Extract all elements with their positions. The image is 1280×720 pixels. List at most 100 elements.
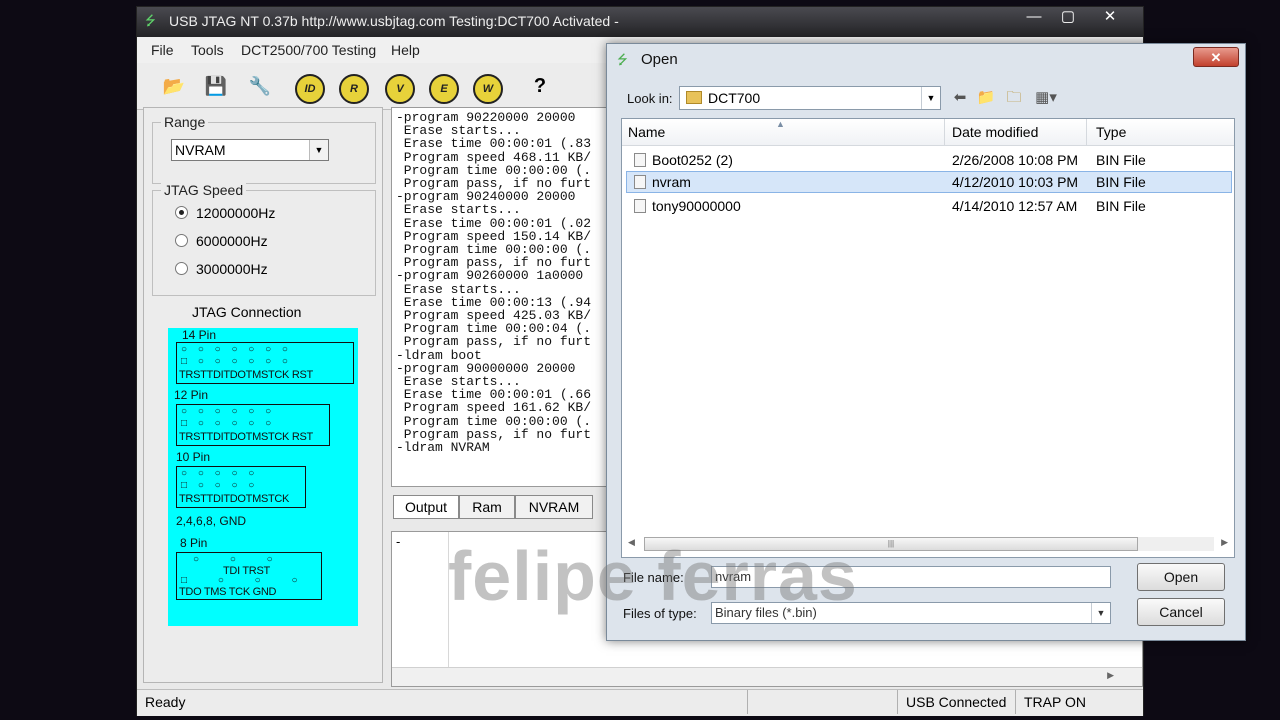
cancel-button[interactable]: Cancel — [1137, 598, 1225, 626]
output-text: - — [396, 534, 401, 549]
file-row[interactable]: tony90000000 4/14/2010 12:57 AM BIN File — [626, 195, 1232, 217]
view-menu-icon[interactable]: ▦▾ — [1031, 88, 1061, 108]
column-name[interactable]: Name — [628, 124, 665, 140]
file-name: tony90000000 — [652, 198, 741, 214]
range-group: Range NVRAM ▼ — [152, 114, 376, 184]
file-type-select[interactable]: Binary files (*.bin) ▼ — [711, 602, 1111, 624]
speed-radio-3mhz[interactable]: 3000000Hz — [175, 261, 268, 277]
pin12-header: ○ ○ ○ ○ ○ ○ □ ○ ○ ○ ○ ○ TRSTTDITDOTMSTCK… — [176, 404, 330, 446]
scroll-thumb[interactable]: ||| — [644, 537, 1138, 551]
file-list-header: Name ▲ Date modified Type — [622, 119, 1234, 146]
jtag-speed-group: JTAG Speed 12000000Hz 6000000Hz 3000000H… — [152, 182, 376, 296]
menu-help[interactable]: Help — [391, 42, 420, 58]
status-ready: Ready — [145, 694, 186, 710]
save-disk-icon[interactable]: 💾 — [199, 69, 233, 103]
speed-radio-12mhz[interactable]: 12000000Hz — [175, 205, 275, 221]
sort-arrow-icon: ▲ — [776, 119, 785, 129]
range-select[interactable]: NVRAM ▼ — [171, 139, 329, 161]
column-divider[interactable] — [944, 119, 945, 145]
file-type-label: Files of type: — [623, 606, 697, 621]
log-output-panel[interactable]: -program 90220000 20000 Erase starts... … — [391, 107, 611, 487]
pin-row-top: ○ ○ ○ ○ ○ ○ — [181, 406, 276, 417]
jtag-connection-diagram: 14 Pin ○ ○ ○ ○ ○ ○ ○ □ ○ ○ ○ ○ ○ ○ TRSTT… — [168, 328, 358, 626]
id-chip-icon[interactable]: ID — [293, 69, 327, 104]
chevron-down-icon[interactable]: ▼ — [309, 140, 328, 160]
open-folder-icon[interactable]: 📂 — [157, 69, 191, 103]
look-in-label: Look in: — [627, 91, 673, 106]
output-hscrollbar[interactable]: ▶ — [392, 667, 1142, 686]
file-name-label: File name: — [623, 570, 684, 585]
jtag-connection-title: JTAG Connection — [192, 304, 302, 320]
write-chip-icon[interactable]: W — [471, 69, 505, 104]
main-title-bar: ⭍ USB JTAG NT 0.37b http://www.usbjtag.c… — [137, 7, 1143, 37]
speed-label: 3000000Hz — [196, 261, 268, 277]
file-date: 2/26/2008 10:08 PM — [952, 152, 1079, 168]
file-icon — [634, 153, 646, 167]
tab-nvram[interactable]: NVRAM — [515, 495, 593, 519]
radio-dot-icon[interactable] — [175, 262, 188, 275]
new-folder-icon[interactable]: 🗀 — [1003, 88, 1025, 108]
column-type[interactable]: Type — [1096, 124, 1126, 140]
output-divider — [448, 532, 449, 668]
open-button[interactable]: Open — [1137, 563, 1225, 591]
minimize-button[interactable]: — — [1017, 7, 1051, 27]
pin8-label: 8 Pin — [180, 536, 208, 550]
dialog-title-text: Open — [641, 51, 678, 68]
chevron-down-icon[interactable]: ▼ — [1091, 603, 1110, 623]
pin10-label: 10 Pin — [176, 450, 211, 464]
file-date: 4/12/2010 10:03 PM — [952, 174, 1079, 190]
column-date[interactable]: Date modified — [952, 124, 1038, 140]
wrench-icon[interactable]: 🔧 — [243, 69, 277, 103]
help-icon[interactable]: ? — [523, 69, 557, 103]
file-list[interactable]: Name ▲ Date modified Type Boot0252 (2) 2… — [621, 118, 1235, 558]
left-panel: Range NVRAM ▼ JTAG Speed 12000000Hz 6000… — [143, 107, 383, 683]
tab-ram[interactable]: Ram — [459, 495, 515, 519]
radio-dot-icon[interactable] — [175, 206, 188, 219]
scroll-right-icon[interactable]: ▶ — [1107, 670, 1114, 681]
log-text: -program 90220000 20000 Erase starts... … — [396, 110, 592, 456]
pin-row-top: ○ ○ ○ ○ ○ — [181, 468, 259, 479]
speed-label: 6000000Hz — [196, 233, 268, 249]
dialog-close-button[interactable]: ✕ — [1193, 47, 1239, 67]
menu-file[interactable]: File — [151, 42, 174, 58]
pin-row-bottom: □ ○ ○ ○ ○ — [181, 480, 259, 491]
file-list-hscrollbar[interactable]: ◀ ||| ▶ — [622, 531, 1234, 557]
menu-dct-testing[interactable]: DCT2500/700 Testing — [241, 42, 376, 58]
pin14-label: 14 Pin — [182, 328, 217, 342]
radio-dot-icon[interactable] — [175, 234, 188, 247]
pin12-label: 12 Pin — [174, 388, 209, 402]
file-name: nvram — [652, 174, 691, 190]
folder-icon — [686, 91, 702, 104]
up-folder-icon[interactable]: 📁 — [975, 88, 997, 108]
speed-radio-6mhz[interactable]: 6000000Hz — [175, 233, 268, 249]
file-icon — [634, 199, 646, 213]
erase-chip-icon[interactable]: E — [427, 69, 461, 104]
look-in-value: DCT700 — [708, 90, 761, 106]
pin-row-bottom: □ ○ ○ ○ ○ ○ ○ — [181, 356, 292, 367]
status-usb: USB Connected — [897, 690, 1015, 714]
pin-row-bottom: □ ○ ○ ○ — [181, 575, 312, 586]
scroll-right-icon[interactable]: ▶ — [1221, 537, 1228, 548]
usb-app-icon: ⭍ — [145, 13, 156, 28]
back-arrow-icon[interactable]: ⬅ — [949, 88, 971, 108]
maximize-button[interactable]: ▢ — [1051, 7, 1085, 27]
main-title-text: USB JTAG NT 0.37b http://www.usbjtag.com… — [169, 13, 619, 29]
close-button[interactable]: ✕ — [1093, 7, 1127, 27]
range-legend: Range — [161, 114, 209, 130]
look-in-select[interactable]: DCT700 ▼ — [679, 86, 941, 110]
range-value: NVRAM — [175, 142, 226, 158]
read-chip-icon[interactable]: R — [337, 69, 371, 104]
file-row-selected[interactable]: nvram 4/12/2010 10:03 PM BIN File — [626, 171, 1232, 193]
verify-chip-icon[interactable]: V — [383, 69, 417, 104]
file-row[interactable]: Boot0252 (2) 2/26/2008 10:08 PM BIN File — [626, 149, 1232, 171]
scroll-left-icon[interactable]: ◀ — [628, 537, 635, 548]
scroll-track[interactable]: ||| — [644, 537, 1214, 551]
menu-tools[interactable]: Tools — [191, 42, 224, 58]
column-divider[interactable] — [1086, 119, 1087, 145]
chevron-down-icon[interactable]: ▼ — [921, 87, 940, 109]
tab-output[interactable]: Output — [393, 495, 459, 519]
file-name-input[interactable]: nvram — [711, 566, 1111, 588]
file-type: BIN File — [1096, 174, 1146, 190]
file-icon — [634, 175, 646, 189]
status-bar: Ready USB Connected TRAP ON — [137, 689, 1143, 716]
